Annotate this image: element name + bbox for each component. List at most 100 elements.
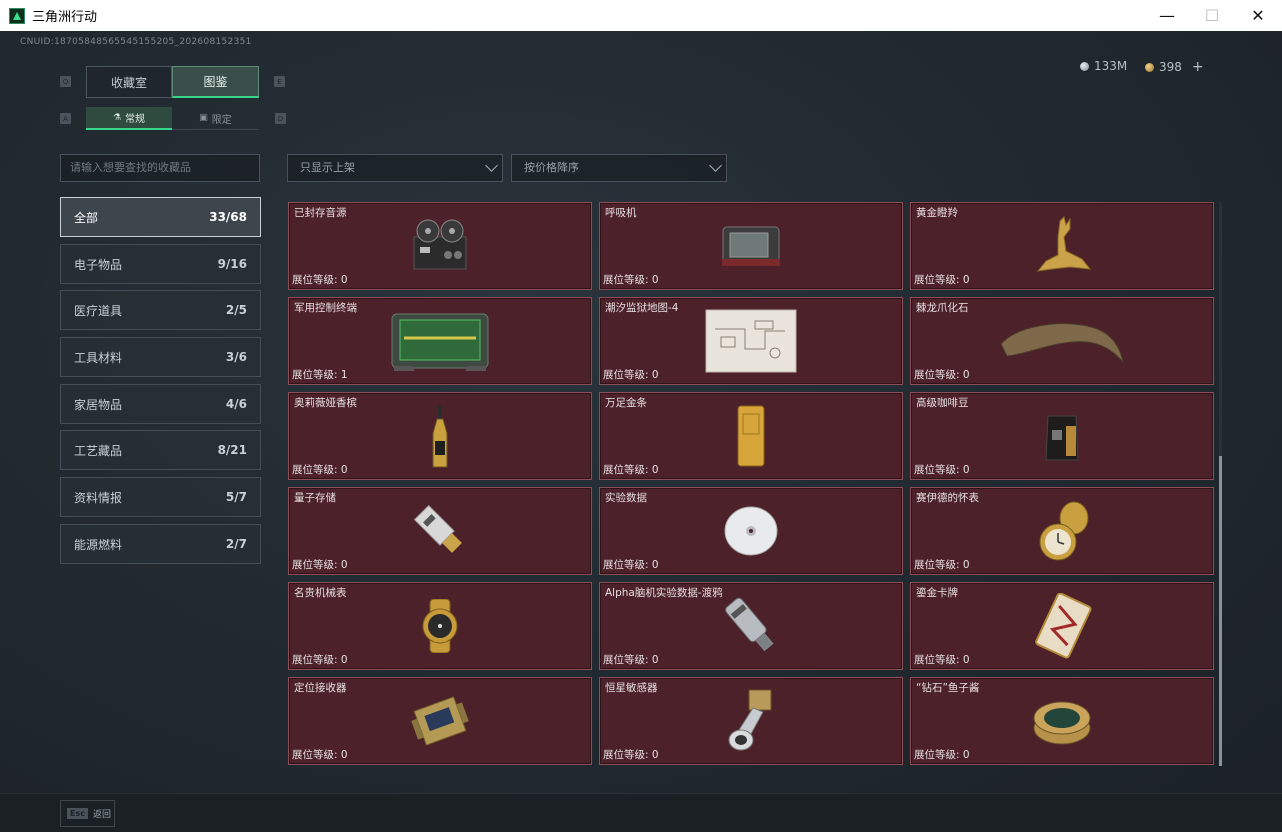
category-tools[interactable]: 工具材料 3/6: [60, 337, 261, 377]
item-level: 展位等级: 0: [914, 369, 970, 381]
item-level: 展位等级: 0: [292, 654, 348, 666]
gilded-card-icon: [1027, 593, 1097, 659]
item-level: 展位等级: 0: [603, 274, 659, 286]
chevron-down-icon: [709, 159, 722, 172]
item-card[interactable]: 名贵机械表 展位等级: 0: [288, 582, 592, 670]
subtab-limited[interactable]: ▣ 限定: [172, 107, 259, 130]
game-viewport: CNUID:18705848565545155205_202608152351 …: [0, 31, 1282, 832]
category-label: 工具材料: [74, 350, 123, 365]
item-level: 展位等级: 0: [603, 369, 659, 381]
item-card[interactable]: “钻石”鱼子酱 展位等级: 0: [910, 677, 1214, 765]
search-input[interactable]: 请输入想要查找的收藏品: [60, 154, 260, 182]
prison-map-icon: [705, 309, 797, 373]
item-card[interactable]: 高级咖啡豆 展位等级: 0: [910, 392, 1214, 480]
category-household[interactable]: 家居物品 4/6: [60, 384, 261, 424]
category-all[interactable]: 全部 33/68: [60, 197, 261, 237]
category-medical[interactable]: 医疗道具 2/5: [60, 290, 261, 330]
item-name: 赛伊德的怀表: [916, 492, 979, 504]
item-name: 潮汐监狱地图-4: [605, 302, 679, 314]
category-label: 全部: [74, 210, 99, 225]
category-intel[interactable]: 资料情报 5/7: [60, 477, 261, 517]
item-level: 展位等级: 0: [603, 559, 659, 571]
app-logo-icon: [9, 7, 25, 24]
scrollbar-thumb[interactable]: [1219, 456, 1222, 766]
item-card[interactable]: 呼吸机 展位等级: 0: [599, 202, 903, 290]
item-name: 高级咖啡豆: [916, 397, 969, 409]
item-level: 展位等级: 0: [292, 749, 348, 761]
back-button[interactable]: Esc 返回: [60, 800, 115, 827]
gold-bar-icon: [735, 404, 767, 468]
shelf-filter-dropdown[interactable]: 只显示上架: [287, 154, 503, 182]
item-card[interactable]: 量子存储 展位等级: 0: [288, 487, 592, 575]
flask-icon: ⚗: [112, 112, 122, 123]
item-card[interactable]: 军用控制终端 展位等级: 1: [288, 297, 592, 385]
item-name: 已封存音源: [294, 207, 347, 219]
item-name: 棘龙爪化石: [916, 302, 969, 314]
item-card[interactable]: Alpha脑机实验数据-渡鸦 展位等级: 0: [599, 582, 903, 670]
gold-currency: 398 +: [1145, 59, 1204, 75]
item-name: 黄金瞪羚: [916, 207, 958, 219]
item-name: “钻石”鱼子酱: [916, 682, 980, 694]
caviar-tin-icon: [1032, 694, 1092, 748]
champagne-bottle-icon: [430, 403, 450, 469]
ventilator-icon: [720, 221, 782, 271]
reel-tape-recorder-icon: [408, 217, 472, 275]
item-card[interactable]: 定位接收器 展位等级: 0: [288, 677, 592, 765]
category-electronics[interactable]: 电子物品 9/16: [60, 244, 261, 284]
item-name: Alpha脑机实验数据-渡鸦: [605, 587, 723, 599]
golden-gazelle-icon: [1030, 215, 1094, 277]
claw-fossil-icon: [997, 316, 1127, 366]
key-hint-e: E: [274, 76, 285, 87]
maximize-button[interactable]: ☐: [1189, 0, 1235, 31]
category-count: 33/68: [209, 210, 247, 224]
add-currency-button[interactable]: +: [1192, 59, 1204, 75]
item-card[interactable]: 鎏金卡牌 展位等级: 0: [910, 582, 1214, 670]
item-level: 展位等级: 0: [914, 749, 970, 761]
item-card[interactable]: 潮汐监狱地图-4 展位等级: 0: [599, 297, 903, 385]
category-energy[interactable]: 能源燃料 2/7: [60, 524, 261, 564]
category-count: 2/7: [225, 537, 247, 551]
esc-key-icon: Esc: [67, 808, 88, 819]
key-hint-q: Q: [60, 76, 71, 87]
item-name: 量子存储: [294, 492, 336, 504]
close-button[interactable]: ✕: [1235, 0, 1281, 31]
sort-dropdown[interactable]: 按价格降序: [511, 154, 727, 182]
minimize-button[interactable]: —: [1144, 0, 1190, 31]
data-canister-icon: [721, 594, 781, 658]
sort-value: 按价格降序: [524, 161, 579, 174]
item-card[interactable]: 棘龙爪化石 展位等级: 0: [910, 297, 1214, 385]
category-label: 医疗道具: [74, 303, 123, 318]
key-hint-d: D: [275, 113, 286, 124]
item-card[interactable]: 实验数据 展位等级: 0: [599, 487, 903, 575]
item-card[interactable]: 已封存音源 展位等级: 0: [288, 202, 592, 290]
item-card[interactable]: 万足金条 展位等级: 0: [599, 392, 903, 480]
category-count: 8/21: [217, 443, 247, 457]
silver-currency: 133M: [1080, 59, 1127, 73]
item-level: 展位等级: 0: [292, 559, 348, 571]
item-level: 展位等级: 0: [914, 464, 970, 476]
subtab-label: 限定: [211, 114, 232, 126]
window-titlebar: 三角洲行动 — ☐ ✕: [0, 0, 1282, 31]
category-label: 家居物品: [74, 397, 123, 412]
data-disc-icon: [723, 505, 779, 557]
subtab-regular[interactable]: ⚗ 常规: [86, 107, 172, 130]
category-label: 电子物品: [74, 257, 123, 272]
item-level: 展位等级: 0: [292, 464, 348, 476]
category-count: 5/7: [225, 490, 247, 504]
category-count: 2/5: [225, 303, 247, 317]
item-name: 奥莉薇娅香槟: [294, 397, 357, 409]
tab-collection-room[interactable]: 收藏室: [86, 66, 172, 98]
category-label: 能源燃料: [74, 537, 123, 552]
category-crafts[interactable]: 工艺藏品 8/21: [60, 430, 261, 470]
tab-label: 图鉴: [203, 75, 228, 89]
item-level: 展位等级: 0: [603, 464, 659, 476]
item-card[interactable]: 黄金瞪羚 展位等级: 0: [910, 202, 1214, 290]
tab-codex[interactable]: 图鉴: [172, 66, 259, 98]
item-level: 展位等级: 0: [603, 654, 659, 666]
shelf-filter-value: 只显示上架: [300, 161, 355, 174]
item-card[interactable]: 赛伊德的怀表 展位等级: 0: [910, 487, 1214, 575]
item-name: 定位接收器: [294, 682, 347, 694]
item-card[interactable]: 恒星敏感器 展位等级: 0: [599, 677, 903, 765]
item-name: 呼吸机: [605, 207, 637, 219]
item-card[interactable]: 奥莉薇娅香槟 展位等级: 0: [288, 392, 592, 480]
